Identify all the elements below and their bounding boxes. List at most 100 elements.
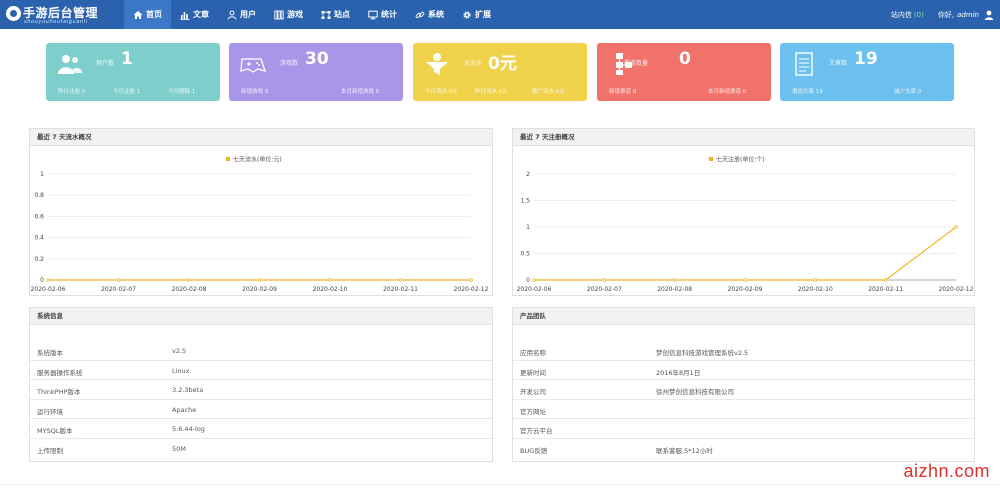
stat-card-subtext: 昨日注册 0 (58, 89, 86, 95)
data-point[interactable] (813, 278, 818, 282)
data-point[interactable] (116, 278, 121, 282)
info-value: 梦创信息科技游戏管理系统v2.5 (656, 349, 749, 357)
document-icon (795, 52, 813, 76)
y-tick-label: 1 (40, 171, 44, 178)
y-tick-label: 1.5 (520, 198, 530, 205)
info-row: 官方云平台 (513, 419, 974, 439)
info-row: 上传限制 50M (30, 439, 492, 459)
stat-card-2[interactable]: 总流水 0元今日流水 0元 昨日流水 0元 推广流水 0元 (413, 43, 587, 101)
monitor-icon (368, 10, 378, 20)
username[interactable]: admin (957, 11, 979, 19)
y-tick-label: 0.4 (34, 235, 44, 242)
stat-card-subtext: 今日注册 1 (113, 89, 141, 95)
nav-item-label: 站点 (334, 10, 350, 19)
stat-card-4[interactable]: 文章数 19 增加文章 19 减少文章 0 (780, 43, 954, 101)
messages-count[interactable]: (0) (914, 11, 924, 19)
network-icon (321, 10, 331, 20)
x-tick-label: 2020-02-07 (587, 286, 622, 293)
main-nav: 首页 文章 用户 游戏 站点 统计 系统 扩展 (124, 0, 500, 29)
data-point[interactable] (257, 278, 262, 282)
legend-swatch (226, 157, 230, 161)
chart-legend[interactable]: 七天流水(单位:元) (226, 156, 282, 164)
stat-card-3[interactable]: 渠道数量 0 新增渠道 0 本月新增渠道 0 (597, 43, 771, 101)
watermark: aizhn.com (903, 461, 990, 481)
top-right-area: 站内信 (0) 你好, admin (891, 0, 994, 29)
stat-card-label: 用户数 (96, 60, 115, 67)
bar-chart-icon (180, 10, 190, 20)
nav-item-0[interactable]: 首页 (124, 0, 171, 29)
data-point[interactable] (469, 278, 473, 282)
legend-label: 七天注册(单位:个) (716, 156, 765, 164)
registration-chart-title: 最近 7 天注册概况 (513, 129, 974, 146)
logo-mark-icon (6, 6, 21, 21)
nav-item-3[interactable]: 游戏 (265, 0, 312, 29)
stat-card-subtext: 昨日流水 0元 (475, 89, 508, 95)
data-point[interactable] (46, 278, 50, 282)
chart-legend[interactable]: 七天注册(单位:个) (709, 156, 765, 164)
nav-item-label: 扩展 (475, 10, 491, 19)
link-icon (415, 10, 425, 20)
info-row: BUG反馈 联系客服,5*12小时 (513, 439, 974, 459)
x-tick-label: 2020-02-12 (939, 286, 974, 293)
stat-card-value: 0 (679, 49, 691, 69)
system-info-panel: 系统信息 系统版本 v2.5 服务器操作系统 Linux ThinkPHP版本 3.2.3… (29, 307, 493, 462)
logo[interactable]: 手游后台管理 shouyouhoutaiguanli (6, 4, 118, 26)
data-point[interactable] (532, 278, 536, 282)
stat-card-label: 总流水 (464, 60, 483, 67)
columns-icon (274, 10, 284, 20)
x-tick-label: 2020-02-06 (31, 286, 66, 293)
stat-card-0[interactable]: 用户数 1 昨日注册 0 今日注册 1 今日删除 1 (46, 43, 220, 101)
stat-card-subtext: 今日流水 0元 (425, 89, 458, 95)
info-key: ThinkPHP版本 (37, 388, 81, 396)
x-tick-label: 2020-02-11 (868, 286, 903, 293)
info-key: 更新时间 (520, 368, 546, 377)
data-point[interactable] (398, 278, 403, 282)
info-value: Linux (172, 366, 190, 375)
info-row: 更新时间 2016年8月1日 (513, 361, 974, 380)
nav-item-1[interactable]: 文章 (171, 0, 218, 29)
data-point[interactable] (672, 278, 677, 282)
x-tick-label: 2020-02-09 (242, 286, 277, 293)
product-team-panel: 产品团队 应用名称 梦创信息科技游戏管理系统v2.5 更新时间 2016年8月1日 开发… (512, 307, 975, 462)
y-tick-label: 0.5 (520, 251, 530, 258)
nav-item-5[interactable]: 统计 (359, 0, 406, 29)
stat-card-subtext: 推广流水 0元 (532, 89, 565, 95)
stat-card-value: 30 (305, 49, 329, 69)
info-value: 5.6.44-log (172, 425, 205, 433)
info-key: 服务器操作系统 (37, 368, 83, 377)
messages-link[interactable]: 站内信 (891, 10, 912, 20)
data-point[interactable] (328, 278, 332, 282)
nav-item-7[interactable]: 扩展 (453, 0, 500, 29)
nav-item-label: 系统 (428, 10, 444, 19)
stat-card-subtext: 减少文章 0 (894, 89, 922, 95)
nav-item-2[interactable]: 用户 (218, 0, 265, 29)
registration-line-chart: 七天注册(单位:个) 0 0.5 1 1.5 2 2020-02-06 2020-02-07 2… (517, 156, 974, 294)
data-point[interactable] (187, 278, 191, 282)
info-key: 应用名称 (520, 349, 546, 357)
info-value: 联系客服,5*12小时 (656, 446, 713, 455)
stat-card-subtext: 新增渠道 0 (609, 89, 637, 95)
nav-item-4[interactable]: 站点 (312, 0, 359, 29)
info-row: 官方网址 (513, 400, 974, 419)
nav-item-6[interactable]: 系统 (406, 0, 453, 29)
info-value: 徐州梦创信息科技有限公司 (656, 388, 734, 396)
data-point[interactable] (602, 278, 607, 282)
info-key: BUG反馈 (520, 446, 548, 455)
nav-item-label: 首页 (146, 10, 162, 19)
y-tick-label: 0.2 (34, 256, 44, 263)
stat-card-subtext: 本月新增渠道 0 (708, 89, 747, 95)
data-point[interactable] (743, 278, 747, 282)
data-point[interactable] (883, 278, 888, 282)
stat-card-subtext: 增加文章 19 (792, 89, 823, 95)
nav-item-label: 文章 (193, 10, 209, 19)
stat-card-value: 1 (121, 49, 133, 69)
user-avatar-icon[interactable] (984, 10, 994, 20)
nav-item-label: 统计 (381, 10, 397, 19)
data-point[interactable] (954, 225, 958, 229)
stat-card-value: 0元 (488, 54, 517, 74)
stat-card-1[interactable]: 游戏数 30 新增游戏 0 本月新增游戏 0 (229, 43, 403, 101)
info-key: 开发公司 (520, 388, 546, 396)
logo-subtitle: shouyouhoutaiguanli (24, 19, 88, 25)
user-icon (227, 10, 237, 20)
info-key: 运行环境 (37, 407, 63, 416)
